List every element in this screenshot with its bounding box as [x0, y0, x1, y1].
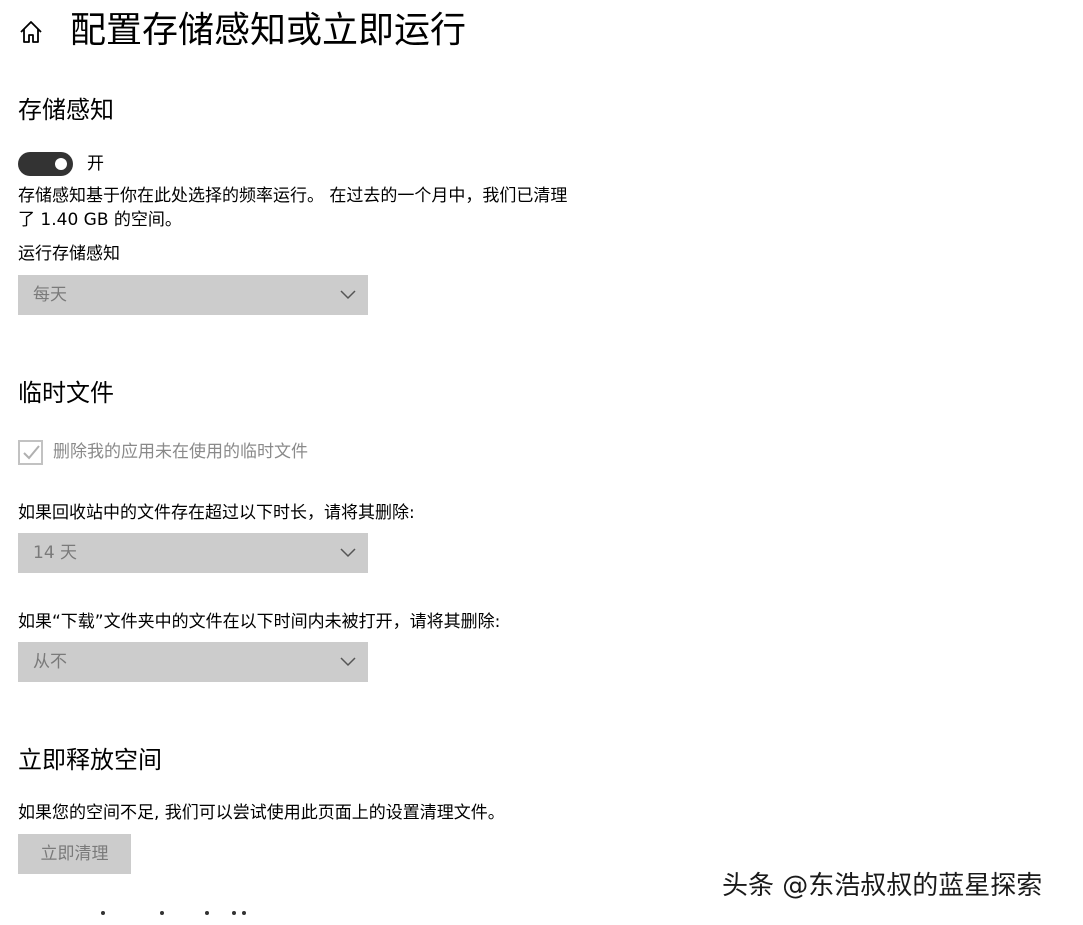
storage-sense-description: 存储感知基于你在此处选择的频率运行。 在过去的一个月中，我们已清理了 1.40 … — [18, 186, 568, 230]
storage-sense-heading: 存储感知 — [18, 96, 114, 124]
chevron-down-icon — [340, 290, 356, 300]
downloads-label: 如果“下载”文件夹中的文件在以下时间内未被打开，请将其删除: — [18, 612, 501, 632]
chevron-down-icon — [340, 548, 356, 558]
temp-files-heading: 临时文件 — [18, 379, 114, 407]
recycle-bin-value: 14 天 — [33, 543, 78, 563]
dot — [160, 911, 164, 915]
checkmark-icon — [23, 445, 40, 460]
clean-now-button[interactable]: 立即清理 — [18, 834, 131, 874]
run-frequency-value: 每天 — [33, 285, 67, 305]
dot — [205, 911, 209, 915]
recycle-bin-dropdown[interactable]: 14 天 — [18, 533, 368, 573]
free-space-heading: 立即释放空间 — [18, 746, 162, 774]
downloads-dropdown[interactable]: 从不 — [18, 642, 368, 682]
delete-temp-files-checkbox[interactable] — [18, 440, 43, 465]
storage-sense-toggle[interactable] — [18, 152, 73, 176]
dot — [101, 911, 105, 915]
toggle-knob — [55, 158, 67, 170]
dot — [242, 911, 246, 915]
delete-temp-files-label: 删除我的应用未在使用的临时文件 — [53, 442, 308, 462]
free-space-description: 如果您的空间不足, 我们可以尝试使用此页面上的设置清理文件。 — [18, 803, 505, 823]
run-frequency-dropdown[interactable]: 每天 — [18, 275, 368, 315]
toggle-state-label: 开 — [87, 154, 104, 174]
downloads-value: 从不 — [33, 652, 67, 672]
recycle-bin-label: 如果回收站中的文件存在超过以下时长，请将其删除: — [18, 503, 415, 523]
page-title: 配置存储感知或立即运行 — [70, 10, 467, 51]
watermark: 头条 @东浩叔叔的蓝星探索 — [722, 871, 1043, 901]
home-icon[interactable] — [18, 19, 44, 45]
chevron-down-icon — [340, 657, 356, 667]
dot — [232, 911, 236, 915]
run-storage-sense-label: 运行存储感知 — [18, 244, 120, 264]
